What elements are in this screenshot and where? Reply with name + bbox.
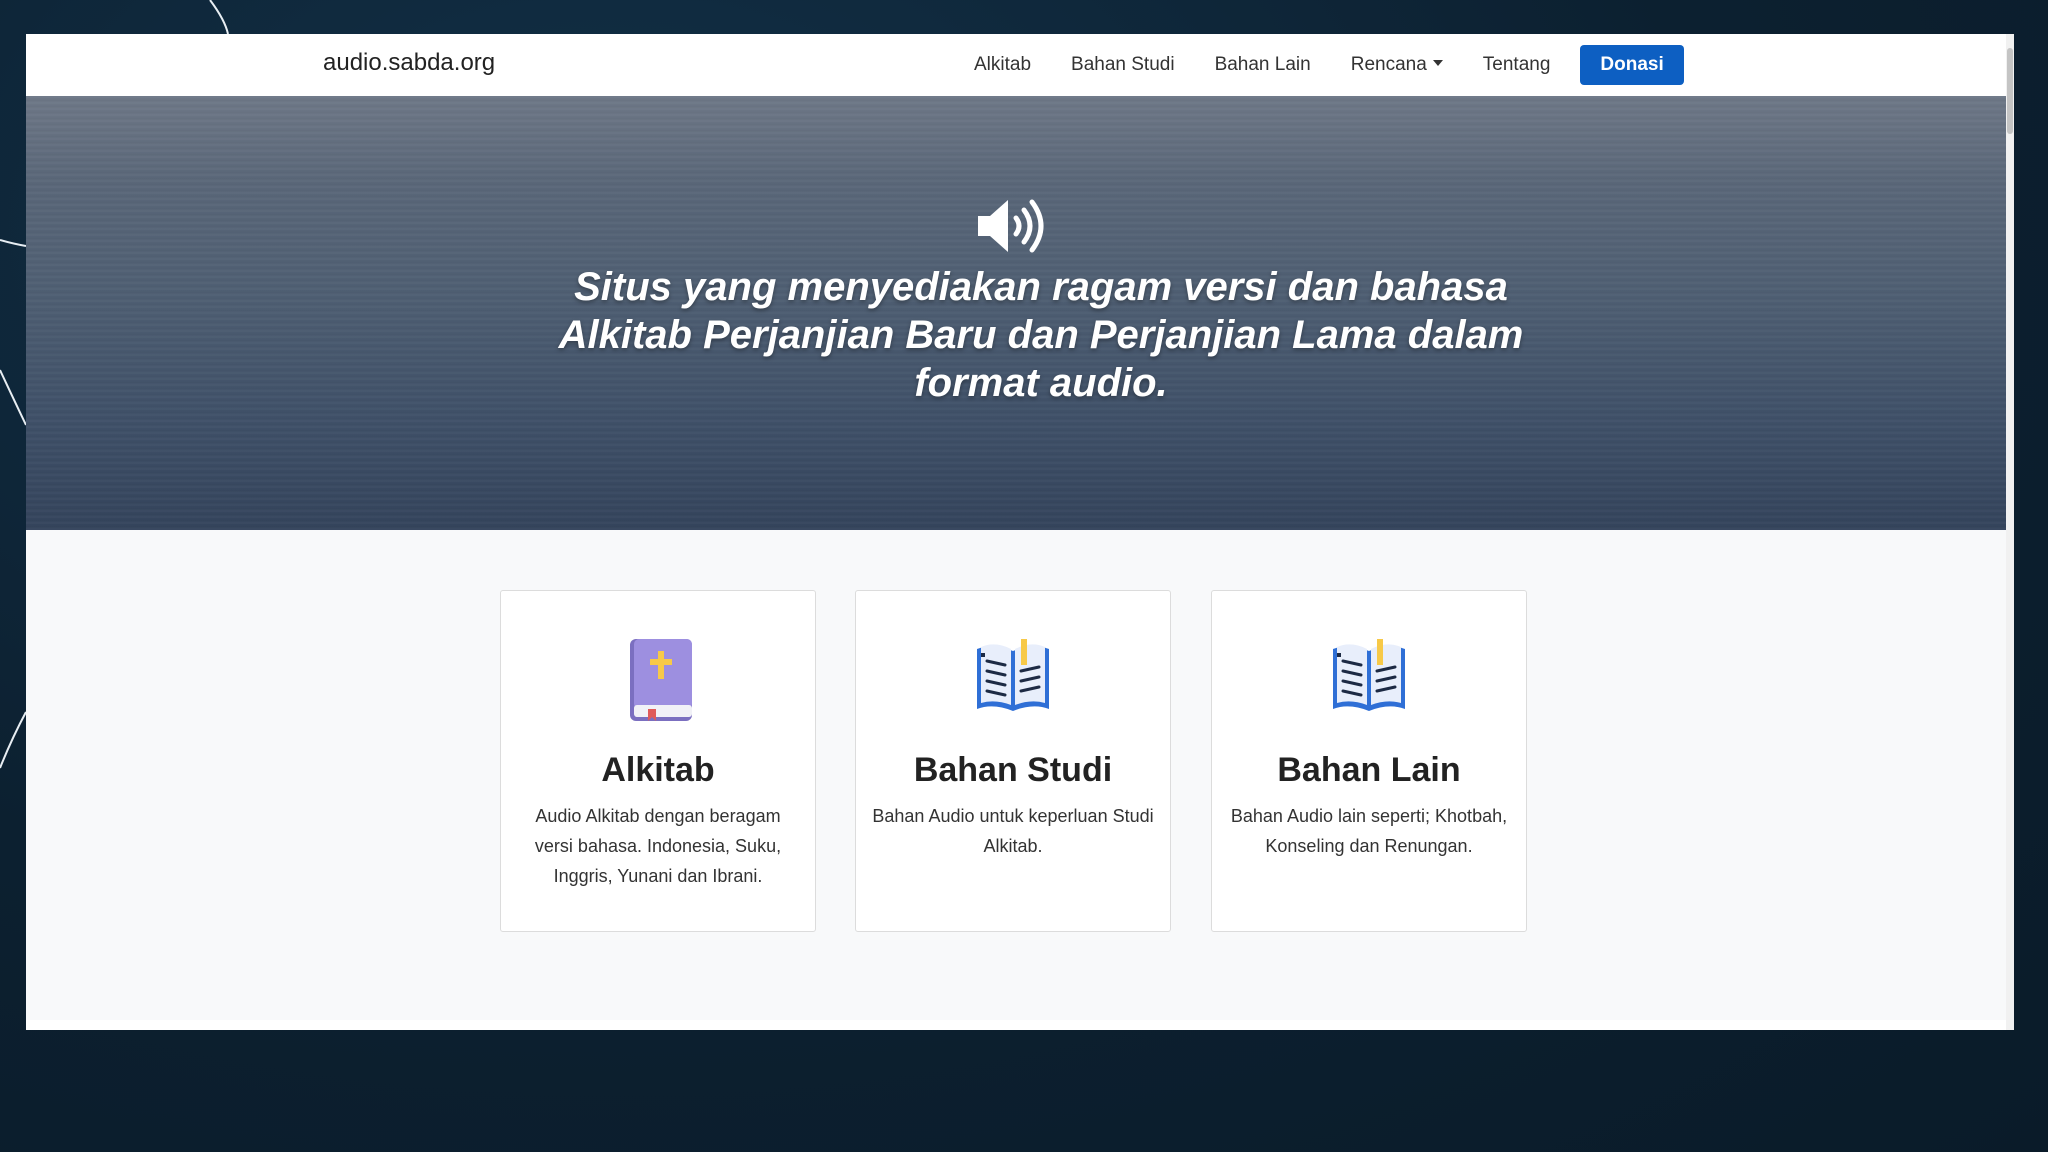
- hero-tagline: Situs yang menyediakan ragam versi dan b…: [558, 265, 1524, 405]
- site-brand-link[interactable]: audio.sabda.org: [323, 49, 495, 77]
- caret-down-icon: [1432, 59, 1443, 66]
- features-section: Alkitab Audio Alkitab dengan beragam ver…: [26, 530, 2006, 1020]
- nav-dropdown-rencana[interactable]: Rencana: [1351, 54, 1443, 76]
- card-title: Alkitab: [601, 751, 715, 789]
- nav-link-bahan-lain[interactable]: Bahan Lain: [1215, 54, 1311, 76]
- card-description: Bahan Audio untuk keperluan Studi Alkita…: [872, 806, 1154, 856]
- nav-link-bahan-studi[interactable]: Bahan Studi: [1071, 54, 1175, 76]
- speaker-icon: [978, 199, 1044, 253]
- nav-link-alkitab[interactable]: Alkitab: [974, 54, 1031, 76]
- card-bahan-studi[interactable]: Bahan Studi Bahan Audio untuk keperluan …: [855, 590, 1171, 932]
- card-title: Bahan Lain: [1277, 751, 1461, 789]
- top-navbar: audio.sabda.org Alkitab Bahan Studi Baha…: [26, 34, 2006, 97]
- open-book-icon: [977, 639, 1049, 711]
- card-alkitab[interactable]: Alkitab Audio Alkitab dengan beragam ver…: [500, 590, 816, 932]
- scrollbar-thumb[interactable]: [2007, 48, 2013, 134]
- bible-icon: [630, 639, 692, 721]
- card-title: Bahan Studi: [913, 751, 1113, 789]
- card-description: Bahan Audio lain seperti; Khotbah, Konse…: [1230, 806, 1508, 856]
- hero-banner: Situs yang menyediakan ragam versi dan b…: [26, 96, 2006, 530]
- donate-button[interactable]: Donasi: [1580, 45, 1684, 85]
- card-description: Audio Alkitab dengan beragam versi bahas…: [534, 806, 782, 886]
- nav-link-tentang[interactable]: Tentang: [1483, 54, 1551, 76]
- vertical-scrollbar[interactable]: [2006, 34, 2014, 1030]
- nav-links: Alkitab Bahan Studi Bahan Lain Rencana T…: [974, 34, 1684, 96]
- nav-dropdown-rencana-label: Rencana: [1350, 54, 1427, 75]
- card-bahan-lain[interactable]: Bahan Lain Bahan Audio lain seperti; Kho…: [1211, 590, 1527, 932]
- open-book-icon: [1333, 639, 1405, 711]
- browser-viewport: audio.sabda.org Alkitab Bahan Studi Baha…: [26, 34, 2014, 1030]
